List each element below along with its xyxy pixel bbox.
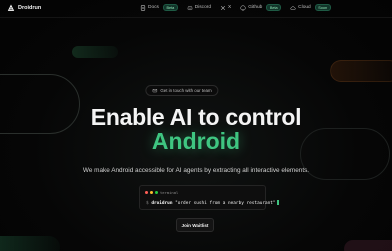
nav-item-discord[interactable]: Discord bbox=[187, 5, 211, 11]
decorative-pink-bottom bbox=[344, 240, 392, 251]
page: Droidrun Docs Beta Discord X Github Beta… bbox=[0, 0, 392, 251]
decorative-green-bottom bbox=[0, 236, 60, 251]
terminal-window: terminal $ droidrun "order sushi from a … bbox=[139, 185, 279, 210]
decorative-orange-pill bbox=[330, 60, 392, 82]
discord-icon bbox=[187, 5, 193, 10]
maximize-dot-icon bbox=[155, 191, 158, 194]
droidrun-logo-icon bbox=[7, 4, 15, 11]
hero-subtitle: We make Android accessible for AI agents… bbox=[82, 167, 310, 174]
nav-label-docs: Docs bbox=[148, 5, 159, 10]
docs-badge: Beta bbox=[162, 4, 178, 11]
nav-item-x[interactable]: X bbox=[220, 5, 231, 11]
github-badge: Beta bbox=[266, 4, 282, 11]
nav-label-x: X bbox=[228, 5, 232, 10]
nav-label-github: Github bbox=[248, 5, 263, 10]
contact-team-link[interactable]: Get in touch with our team bbox=[145, 85, 219, 96]
cloud-icon bbox=[290, 5, 296, 10]
terminal-argument: "order sushi from a nearby restaurant" bbox=[175, 201, 276, 206]
nav-item-docs[interactable]: Docs Beta bbox=[140, 4, 178, 11]
contact-label: Get in touch with our team bbox=[160, 88, 212, 93]
decorative-green-pill bbox=[72, 46, 118, 58]
terminal-command: droidrun bbox=[151, 201, 173, 206]
cloud-badge: Soon bbox=[314, 4, 331, 11]
nav-menu: Docs Beta Discord X Github Beta Cloud So… bbox=[140, 4, 331, 11]
hero-headline: Enable AI to control bbox=[90, 104, 302, 130]
github-icon bbox=[240, 4, 246, 11]
nav-label-discord: Discord bbox=[194, 5, 212, 10]
brand-name: Droidrun bbox=[18, 5, 42, 11]
terminal-cursor bbox=[276, 200, 279, 205]
x-icon bbox=[221, 5, 226, 10]
hero-headline-accent: Android bbox=[151, 128, 241, 154]
nav-item-cloud[interactable]: Cloud Soon bbox=[290, 4, 331, 11]
document-icon bbox=[140, 4, 146, 11]
join-waitlist-button[interactable]: Join Waitlist bbox=[176, 218, 214, 232]
close-dot-icon bbox=[145, 191, 148, 194]
minimize-dot-icon bbox=[150, 191, 153, 194]
nav-item-github[interactable]: Github Beta bbox=[240, 4, 282, 11]
top-navigation-bar: Droidrun Docs Beta Discord X Github Beta… bbox=[0, 0, 392, 18]
terminal-title: terminal bbox=[160, 190, 179, 195]
terminal-command-line: $ droidrun "order sushi from a nearby re… bbox=[146, 200, 279, 206]
terminal-prompt: $ bbox=[146, 201, 149, 206]
mail-icon bbox=[152, 89, 158, 93]
brand[interactable]: Droidrun bbox=[7, 4, 41, 12]
window-controls bbox=[145, 191, 158, 194]
nav-label-cloud: Cloud bbox=[298, 5, 311, 10]
